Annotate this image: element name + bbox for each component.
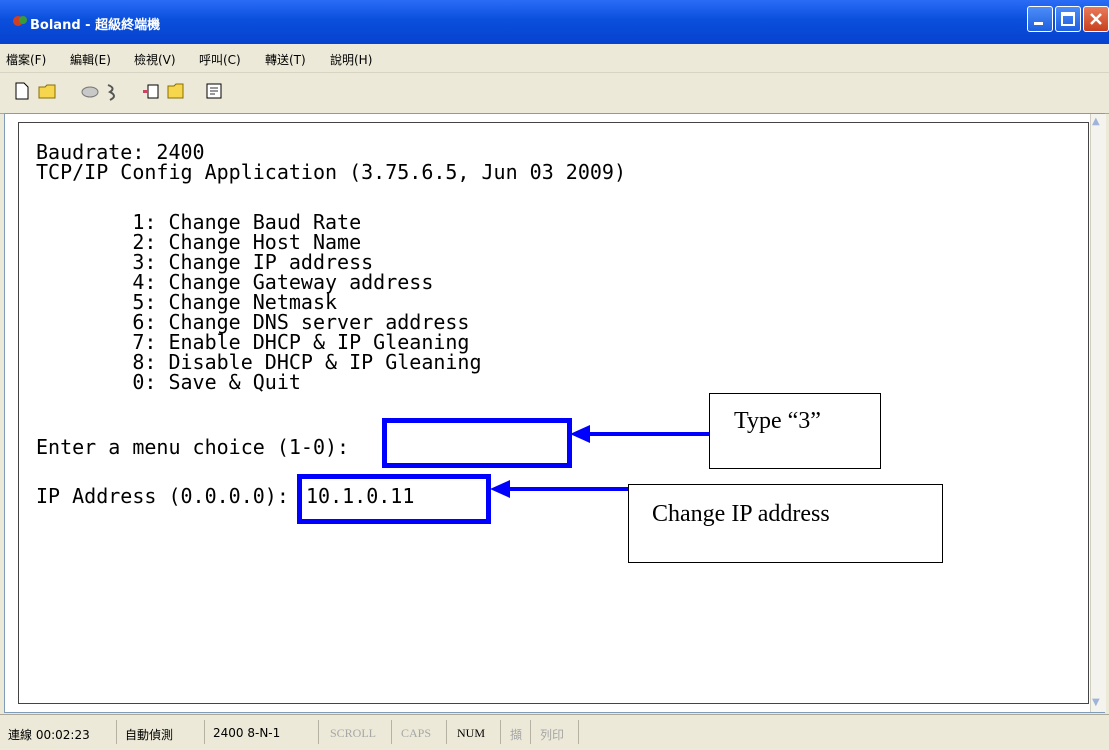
close-button[interactable] [1083,6,1109,32]
menu-transfer[interactable]: 轉送(T) [265,51,306,68]
app-icon [13,16,27,26]
menu-option: 3: Change IP address [36,250,374,274]
maximize-icon [1061,12,1075,26]
menu-edit[interactable]: 編輯(E) [70,51,111,68]
status-separator [530,720,531,744]
new-file-icon[interactable] [14,82,30,100]
menu-option: 8: Disable DHCP & IP Gleaning [36,350,482,374]
auto-detect: 自動偵測 [125,728,174,742]
receive-icon[interactable] [166,82,186,100]
menu-option: 0: Save & Quit [36,370,301,394]
print-indicator: 列印 [540,728,565,742]
status-separator [318,720,319,744]
close-icon [1090,13,1102,25]
menu-option: 1: Change Baud Rate [36,210,362,234]
status-separator [578,720,579,744]
scroll-down-icon[interactable]: ▼ [1092,697,1104,711]
send-icon[interactable] [142,82,162,100]
menu-help[interactable]: 說明(H) [330,51,372,68]
terminal-line: Baudrate: 2400 [36,140,205,164]
window-title: Boland - 超級終端機 [30,18,161,33]
arrow-2 [490,480,628,498]
menu-choice-highlight [382,418,572,468]
vertical-scrollbar[interactable] [1090,114,1106,712]
properties-icon[interactable] [205,82,225,100]
minimize-icon [1034,22,1043,25]
connection-time: 連線 00:02:23 [8,728,90,742]
menu-option: 5: Change Netmask [36,290,338,314]
callout-change-ip: Change IP address [628,484,943,563]
caps-lock-indicator: CAPS [401,726,432,740]
menu-call[interactable]: 呼叫(C) [199,51,241,68]
scroll-lock-indicator: SCROLL [330,726,377,740]
menu-option: 2: Change Host Name [36,230,362,254]
status-separator [116,720,117,744]
callout-type-3-text: Type “3” [734,408,821,434]
menu-file[interactable]: 檔案(F) [6,51,46,68]
ip-address-highlight [297,474,491,524]
status-separator [391,720,392,744]
arrow-1 [570,425,713,443]
status-separator [446,720,447,744]
disconnect-icon[interactable] [104,82,122,102]
status-separator [500,720,501,744]
minimize-button[interactable] [1027,6,1053,32]
open-folder-icon[interactable] [38,82,58,100]
num-lock-indicator: NUM [457,726,486,740]
terminal-line: TCP/IP Config Application (3.75.6.5, Jun… [36,160,627,184]
title-bar: Boland - 超級終端機 [0,0,1109,44]
menu-option: 6: Change DNS server address [36,310,470,334]
menu-option: 4: Change Gateway address [36,270,434,294]
comm-params: 2400 8-N-1 [213,726,281,740]
menu-view[interactable]: 檢視(V) [134,51,176,68]
menu-prompt: Enter a menu choice (1-0): [36,435,350,459]
ip-address-label: IP Address (0.0.0.0): [36,484,289,508]
capture-indicator: 擷 [510,728,523,742]
menu-option: 7: Enable DHCP & IP Gleaning [36,330,470,354]
maximize-button[interactable] [1055,6,1081,32]
phone-icon[interactable] [80,82,100,100]
scroll-up-icon[interactable]: ▲ [1092,116,1104,130]
menu-bar: 檔案(F) 編輯(E) 檢視(V) 呼叫(C) 轉送(T) 說明(H) [0,44,1109,73]
callout-type-3: Type “3” [709,393,881,469]
status-separator [204,720,205,744]
callout-change-ip-text: Change IP address [652,501,830,527]
